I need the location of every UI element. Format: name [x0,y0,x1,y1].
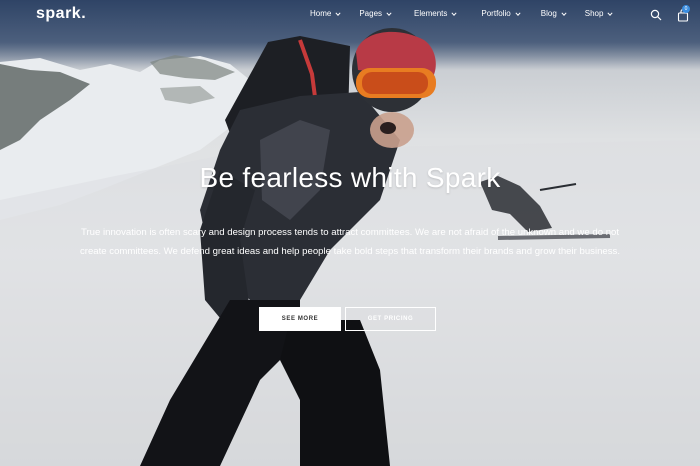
chevron-down-icon [386,11,392,16]
nav-item-home[interactable]: Home [310,9,341,18]
logo[interactable]: spark. [36,5,86,23]
nav-item-pages[interactable]: Pages [359,9,392,18]
hero-section: spark. Home Pages Elements Portfolio Blo… [0,0,700,466]
site-header: spark. Home Pages Elements Portfolio Blo… [0,0,700,32]
nav-item-portfolio[interactable]: Portfolio [481,9,521,18]
nav-item-label: Home [310,9,332,18]
chevron-down-icon [607,11,614,16]
nav-item-label: Portfolio [481,9,511,18]
nav-item-elements[interactable]: Elements [414,9,457,18]
search-icon[interactable] [650,9,662,21]
chevron-down-icon [451,11,457,16]
nav-item-blog[interactable]: Blog [541,9,567,18]
nav-item-label: Blog [540,9,557,18]
chevron-down-icon [515,11,521,16]
see-more-button[interactable]: SEE MORE [259,307,341,331]
main-nav: Home Pages Elements Portfolio Blog Shop [310,9,614,18]
cart-count-badge: 0 [682,5,690,13]
nav-item-label: Elements [414,9,448,18]
nav-item-label: Shop [584,9,604,18]
chevron-down-icon [335,11,341,16]
nav-item-shop[interactable]: Shop [585,9,614,18]
get-pricing-button[interactable]: GET PRICING [345,307,436,331]
nav-item-label: Pages [359,9,383,18]
chevron-down-icon [561,11,567,16]
hero-lead-text: True innovation is often scary and desig… [79,227,621,257]
hero-headline: Be fearless whith Spark [199,162,501,193]
